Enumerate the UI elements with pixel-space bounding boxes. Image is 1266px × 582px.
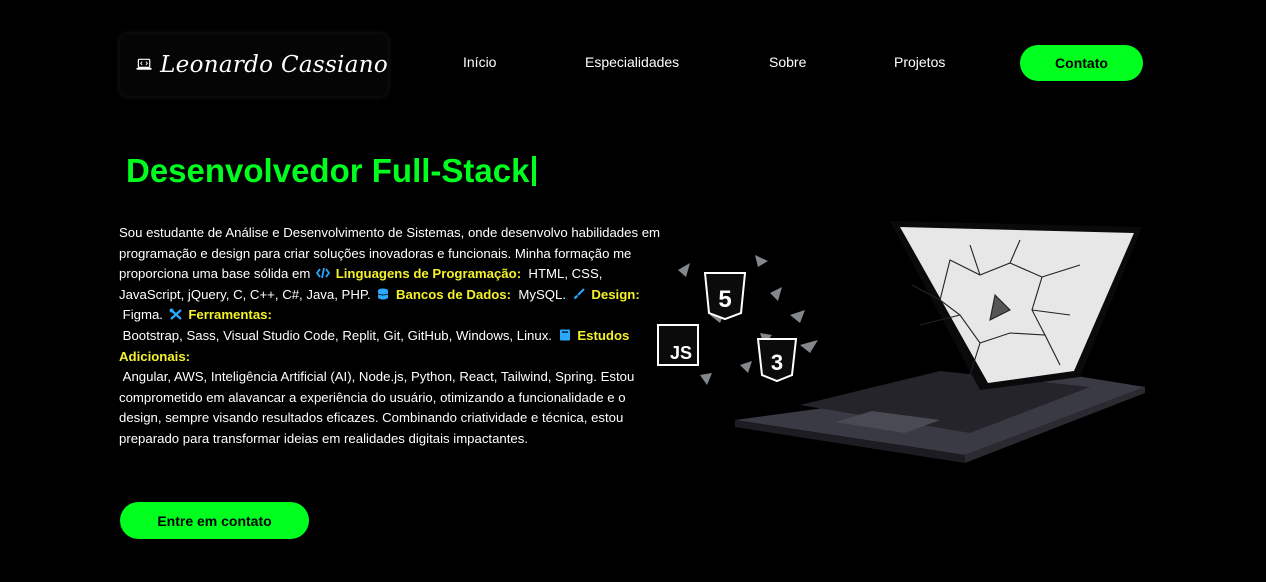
get-in-touch-button[interactable]: Entre em contato bbox=[120, 502, 309, 539]
js-badge: JS bbox=[657, 324, 699, 366]
database-icon bbox=[378, 288, 389, 300]
svg-text:3: 3 bbox=[771, 350, 783, 375]
css3-badge: 3 bbox=[756, 338, 798, 383]
html5-badge: 5 bbox=[703, 272, 747, 321]
svg-text:JS: JS bbox=[670, 343, 692, 363]
code-icon bbox=[316, 268, 331, 279]
svg-text:5: 5 bbox=[718, 286, 731, 313]
hero-illustration: 5 JS 3 bbox=[657, 221, 1145, 463]
about-description: Sou estudante de Análise e Desenvolvimen… bbox=[119, 223, 664, 450]
databases-label: Bancos de Dados: bbox=[395, 286, 512, 302]
nav-sobre[interactable]: Sobre bbox=[769, 54, 806, 70]
title-text: Desenvolvedor Full-Stack bbox=[126, 152, 530, 189]
laptop-code-icon bbox=[136, 58, 152, 70]
design-value: Figma. bbox=[122, 307, 163, 323]
tools-icon bbox=[169, 308, 182, 321]
logo[interactable]: Leonardo Cassiano bbox=[120, 34, 388, 96]
studies-value: Angular, AWS, Inteligência Artificial (A… bbox=[122, 369, 597, 385]
typing-cursor bbox=[532, 156, 537, 186]
databases-value: MySQL. bbox=[518, 286, 567, 302]
logo-text: Leonardo Cassiano bbox=[160, 52, 388, 78]
design-label: Design: bbox=[591, 286, 640, 302]
nav-projetos[interactable]: Projetos bbox=[894, 54, 945, 70]
tools-label: Ferramentas: bbox=[188, 307, 272, 323]
languages-label: Linguagens de Programação: bbox=[335, 266, 522, 282]
book-icon bbox=[559, 329, 570, 341]
nav-inicio[interactable]: Início bbox=[463, 54, 496, 70]
nav-especialidades[interactable]: Especialidades bbox=[585, 54, 679, 70]
brush-icon bbox=[573, 288, 585, 299]
page-title: Desenvolvedor Full-Stack bbox=[126, 152, 537, 190]
tools-value: Bootstrap, Sass, Visual Studio Code, Rep… bbox=[122, 327, 552, 343]
contact-button[interactable]: Contato bbox=[1020, 45, 1143, 81]
